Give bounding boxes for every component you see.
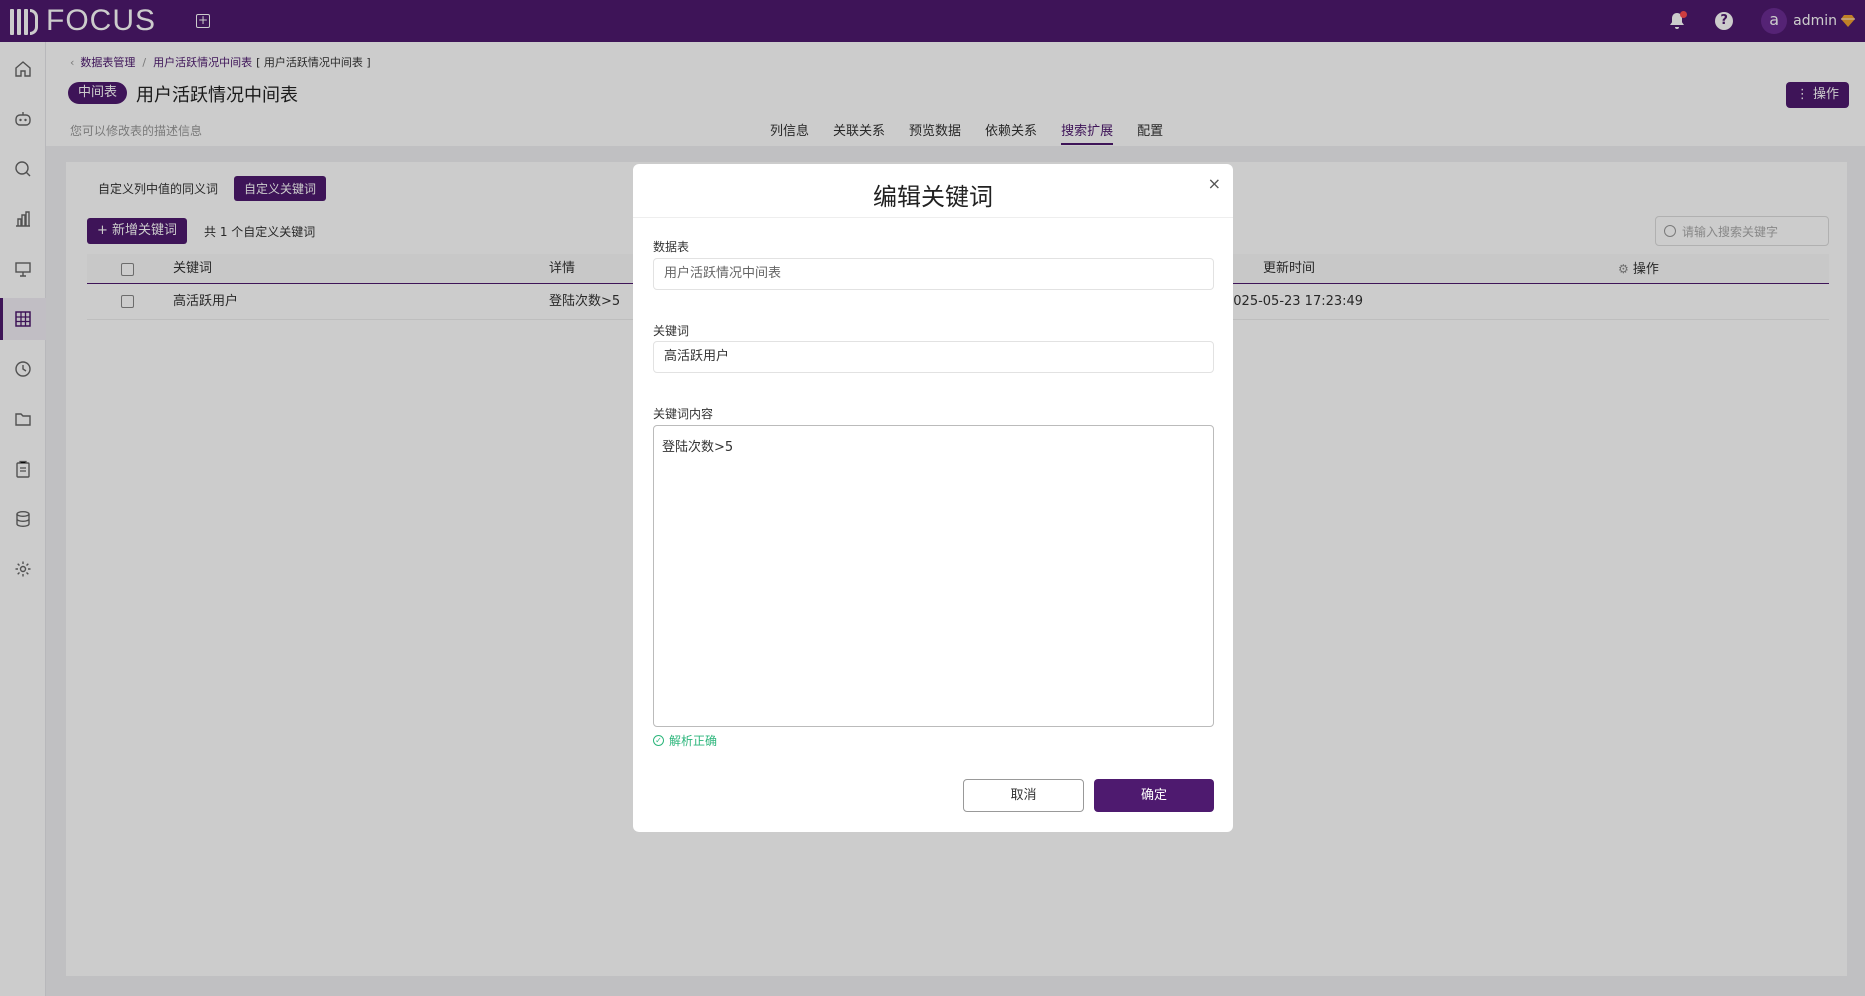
dialog-title: 编辑关键词 — [873, 183, 993, 211]
check-circle-icon: ✓ — [653, 735, 664, 746]
content-field-label: 关键词内容 — [653, 407, 714, 421]
keyword-field[interactable]: 高活跃用户 — [653, 341, 1214, 373]
table-field: 用户活跃情况中间表 — [653, 258, 1214, 290]
keyword-field-label: 关键词 — [653, 324, 690, 338]
confirm-button[interactable]: 确定 — [1094, 779, 1214, 812]
edit-keyword-dialog: 编辑关键词 × 数据表 用户活跃情况中间表 关键词 高活跃用户 关键词内容 登陆… — [633, 164, 1233, 832]
cancel-button[interactable]: 取消 — [963, 779, 1084, 812]
dialog-divider — [633, 217, 1233, 218]
parse-status-text: 解析正确 — [669, 734, 718, 748]
keyword-content-textarea[interactable]: 登陆次数>5 — [653, 425, 1214, 727]
close-icon[interactable]: × — [1208, 174, 1221, 193]
table-field-label: 数据表 — [653, 240, 690, 254]
parse-status: ✓ 解析正确 — [653, 732, 717, 749]
